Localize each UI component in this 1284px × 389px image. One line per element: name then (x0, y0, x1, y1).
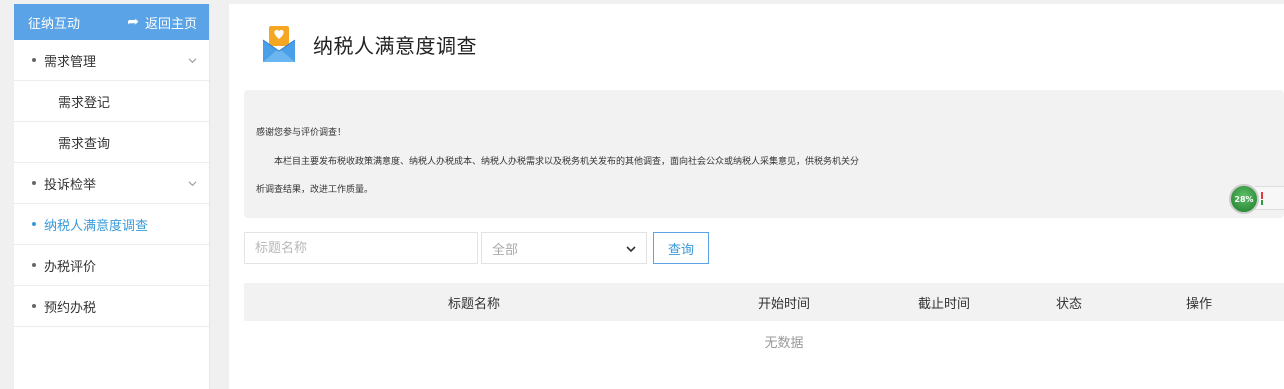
chevron-down-icon (188, 56, 197, 65)
status-bar-red (1261, 192, 1263, 199)
notice-line: 感谢您参与评价调查！ (256, 128, 347, 138)
bullet-icon (32, 263, 36, 267)
table-header: 标题名称 开始时间 截止时间 状态 操作 (244, 283, 1284, 321)
sidebar-item-satisfaction-survey[interactable]: 纳税人满意度调查 (14, 204, 209, 245)
empty-state-text: 无数据 (764, 335, 804, 351)
notice-line: 本栏目主要发布税收政策满意度、纳税人办税成本、纳税人办税需求以及税务机关发布的其… (274, 157, 860, 167)
status-select-value: 全部 (492, 242, 519, 258)
bullet-icon (32, 58, 36, 62)
sidebar-item-label: 需求管理 (44, 54, 97, 70)
survey-envelope-icon (259, 24, 299, 64)
sidebar-item-label: 纳税人满意度调查 (44, 218, 149, 234)
sidebar-item-label: 办税评价 (44, 259, 97, 275)
column-header-title[interactable]: 标题名称 (244, 293, 704, 312)
progress-widget[interactable]: 28% (1229, 182, 1284, 218)
title-search-input[interactable] (244, 232, 478, 264)
sidebar-item-demand-query[interactable]: 需求查询 (14, 122, 209, 163)
column-header-end[interactable]: 截止时间 (864, 293, 1024, 312)
column-header-start[interactable]: 开始时间 (704, 293, 864, 312)
column-header-status[interactable]: 状态 (1024, 293, 1114, 312)
sidebar-item-tax-evaluation[interactable]: 办税评价 (14, 245, 209, 286)
sidebar-item-label: 预约办税 (44, 300, 97, 316)
chevron-down-icon (188, 179, 197, 188)
sidebar-item-complaint[interactable]: 投诉检举 (14, 163, 209, 204)
status-select[interactable]: 全部 (481, 232, 647, 264)
sidebar-header: 征纳互动 ➦ 返回主页 (14, 4, 209, 40)
bullet-icon (32, 304, 36, 308)
query-button[interactable]: 查询 (653, 232, 709, 264)
notice-box: 感谢您参与评价调查！ 本栏目主要发布税收政策满意度、纳税人办税成本、纳税人办税需… (244, 90, 1284, 218)
sidebar-item-appointment[interactable]: 预约办税 (14, 286, 209, 327)
sidebar-item-label: 需求查询 (58, 136, 111, 152)
bullet-icon (32, 181, 36, 185)
sidebar: 征纳互动 ➦ 返回主页 需求管理 需求登记 需求查询 投诉检举 纳税人满意度调查 (14, 4, 210, 389)
sidebar-item-label: 投诉检举 (44, 177, 97, 193)
back-arrow-icon: ➦ (127, 14, 139, 30)
progress-circle: 28% (1229, 184, 1259, 214)
back-home-label: 返回主页 (144, 16, 197, 32)
status-bar-green (1261, 200, 1263, 205)
notice-line: 析调查结果，改进工作质量。 (256, 185, 374, 195)
column-header-operation[interactable]: 操作 (1114, 293, 1284, 312)
sidebar-item-demand-management[interactable]: 需求管理 (14, 40, 209, 81)
caret-down-icon (626, 243, 636, 253)
sidebar-item-label: 需求登记 (58, 95, 111, 111)
survey-table: 标题名称 开始时间 截止时间 状态 操作 无数据 (244, 283, 1284, 361)
progress-tab (1255, 186, 1284, 210)
back-home-link[interactable]: ➦ 返回主页 (127, 13, 197, 32)
table-body: 无数据 (244, 321, 1284, 361)
main-panel: 纳税人满意度调查 感谢您参与评价调查！ 本栏目主要发布税收政策满意度、纳税人办税… (229, 4, 1284, 389)
sidebar-title: 征纳互动 (28, 16, 81, 32)
sidebar-item-demand-register[interactable]: 需求登记 (14, 81, 209, 122)
bullet-icon (32, 222, 36, 226)
page-header: 纳税人满意度调查 (259, 24, 477, 64)
page-title: 纳税人满意度调查 (313, 33, 477, 58)
